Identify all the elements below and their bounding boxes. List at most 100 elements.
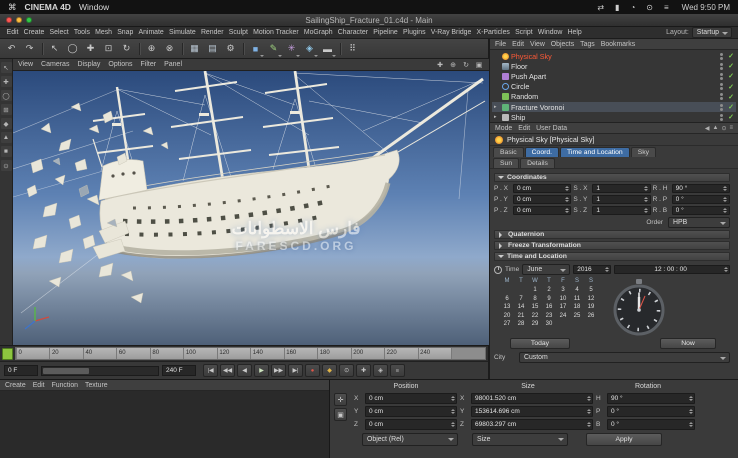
- calendar-day[interactable]: 21: [514, 312, 528, 321]
- frame-tick[interactable]: 180: [317, 348, 350, 359]
- stepper[interactable]: [450, 407, 455, 416]
- attribute-tab[interactable]: Coord.: [525, 147, 559, 157]
- calendar-day[interactable]: [584, 320, 598, 329]
- stepper[interactable]: [586, 420, 591, 429]
- object-label[interactable]: Ship: [511, 113, 718, 122]
- calendar-day[interactable]: 13: [500, 303, 514, 312]
- menu-item[interactable]: Edit: [4, 29, 21, 36]
- mode-tool-icon[interactable]: ✚: [1, 76, 12, 87]
- stepper[interactable]: [723, 195, 728, 204]
- playback-button[interactable]: ◀◀: [220, 364, 235, 377]
- rotation-value-field[interactable]: 90 °: [607, 393, 695, 404]
- section-header-quaternion[interactable]: Quaternion: [494, 230, 730, 239]
- object-row[interactable]: ▸ Circle ✓: [492, 82, 736, 92]
- menu-item[interactable]: Character: [335, 29, 370, 36]
- calendar-day[interactable]: 28: [514, 320, 528, 329]
- size-value-field[interactable]: 69803.297 cm: [471, 419, 593, 430]
- toolbar-icon[interactable]: [240, 41, 246, 57]
- size-mode-dropdown[interactable]: Size: [472, 433, 568, 446]
- menu-item[interactable]: Window: [535, 29, 565, 36]
- playback-button[interactable]: ▶|: [288, 364, 303, 377]
- toolbar-icon[interactable]: ↻: [118, 41, 135, 57]
- calendar-day[interactable]: 14: [514, 303, 528, 312]
- calendar-day[interactable]: 3: [556, 286, 570, 295]
- calendar-day[interactable]: 1: [528, 286, 542, 295]
- object-label[interactable]: Fracture Voronoi: [511, 103, 718, 112]
- section-header-freeze[interactable]: Freeze Transformation: [494, 241, 730, 250]
- calendar-day[interactable]: 7: [514, 295, 528, 304]
- expand-caret-icon[interactable]: ▸: [494, 112, 500, 122]
- menu-item[interactable]: Tools: [71, 29, 92, 36]
- toolbar-icon[interactable]: ↖: [46, 41, 63, 57]
- position-field[interactable]: 0 cm: [513, 195, 571, 204]
- order-dropdown[interactable]: HPB: [668, 217, 730, 228]
- stepper[interactable]: [564, 184, 569, 193]
- toolbar-icon[interactable]: ◯: [64, 41, 81, 57]
- menu-item[interactable]: Mesh: [93, 29, 115, 36]
- material-menu-item[interactable]: Texture: [85, 382, 108, 389]
- apply-button[interactable]: Apply: [586, 433, 662, 446]
- position-value-field[interactable]: 0 cm: [365, 406, 457, 417]
- attribute-tab[interactable]: Basic: [493, 147, 524, 157]
- playback-button[interactable]: |◀: [203, 364, 218, 377]
- frame-tick[interactable]: 160: [284, 348, 317, 359]
- playback-button[interactable]: ◈: [373, 364, 388, 377]
- playback-button[interactable]: ▶▶: [271, 364, 286, 377]
- apple-menu-icon[interactable]: ⌘: [8, 2, 17, 13]
- menu-item[interactable]: X-Particles: [474, 29, 513, 36]
- object-row[interactable]: ▸ Floor ✓: [492, 61, 736, 71]
- position-field[interactable]: 0 cm: [513, 206, 571, 215]
- mode-tool-icon[interactable]: ◯: [1, 90, 12, 101]
- menu-item[interactable]: Simulate: [166, 29, 198, 36]
- coordinate-mode-icon[interactable]: ▣: [334, 408, 347, 421]
- object-label[interactable]: Floor: [511, 62, 718, 71]
- enabled-check-icon[interactable]: ✓: [728, 62, 734, 70]
- menu-item[interactable]: Create: [21, 29, 47, 36]
- calendar-day[interactable]: [556, 320, 570, 329]
- stepper[interactable]: [644, 184, 649, 193]
- calendar-day[interactable]: 5: [584, 286, 598, 295]
- calendar-day[interactable]: 4: [570, 286, 584, 295]
- calendar-day[interactable]: 16: [542, 303, 556, 312]
- layout-dropdown[interactable]: Startup: [692, 27, 732, 38]
- menu-item[interactable]: Select: [47, 29, 71, 36]
- toolbar-icon[interactable]: [136, 41, 142, 57]
- material-list-area[interactable]: [0, 391, 329, 458]
- calendar-day[interactable]: 18: [570, 303, 584, 312]
- stepper[interactable]: [450, 394, 455, 403]
- mode-tool-icon[interactable]: ■: [1, 146, 12, 157]
- object-manager-menu-item[interactable]: File: [495, 41, 506, 48]
- object-row[interactable]: ▸ Physical Sky ✓: [492, 51, 736, 61]
- mode-tool-icon[interactable]: ▲: [1, 132, 12, 143]
- calendar-day[interactable]: 9: [542, 295, 556, 304]
- attribute-tab[interactable]: Sky: [631, 147, 656, 157]
- scale-field[interactable]: 1: [592, 184, 650, 193]
- calendar-day[interactable]: 8: [528, 295, 542, 304]
- stepper[interactable]: [564, 195, 569, 204]
- toolbar-icon[interactable]: ⊗: [161, 41, 178, 57]
- stepper[interactable]: [688, 420, 693, 429]
- analog-clock[interactable]: [610, 278, 668, 336]
- viewport-canvas[interactable]: فارس الاسطوانات FARESCD.ORG: [13, 71, 489, 345]
- menu-item[interactable]: Animate: [136, 29, 166, 36]
- object-manager-menu-item[interactable]: View: [530, 41, 545, 48]
- attribute-corner-icon[interactable]: ▲: [713, 125, 719, 132]
- menu-item[interactable]: Render: [198, 29, 226, 36]
- calendar-day[interactable]: 17: [556, 303, 570, 312]
- playback-button[interactable]: ≡: [390, 364, 405, 377]
- viewport-menu-item[interactable]: Cameras: [41, 61, 69, 68]
- object-manager-menu-item[interactable]: Edit: [512, 41, 524, 48]
- today-button[interactable]: Today: [510, 338, 570, 349]
- viewport-menu-item[interactable]: Filter: [141, 61, 157, 68]
- frame-tick[interactable]: 20: [49, 348, 82, 359]
- frame-tick[interactable]: 40: [83, 348, 116, 359]
- stepper[interactable]: [723, 184, 728, 193]
- rotation-value-field[interactable]: 0 °: [607, 419, 695, 430]
- macos-menu-window[interactable]: Window: [79, 2, 109, 12]
- toolbar-icon[interactable]: ▦: [186, 41, 203, 57]
- toolbar-icon[interactable]: [337, 41, 343, 57]
- calendar-day[interactable]: 22: [528, 312, 542, 321]
- month-dropdown[interactable]: June: [522, 264, 570, 275]
- toolbar-icon[interactable]: ▤: [204, 41, 221, 57]
- object-manager-menu-item[interactable]: Objects: [551, 41, 574, 48]
